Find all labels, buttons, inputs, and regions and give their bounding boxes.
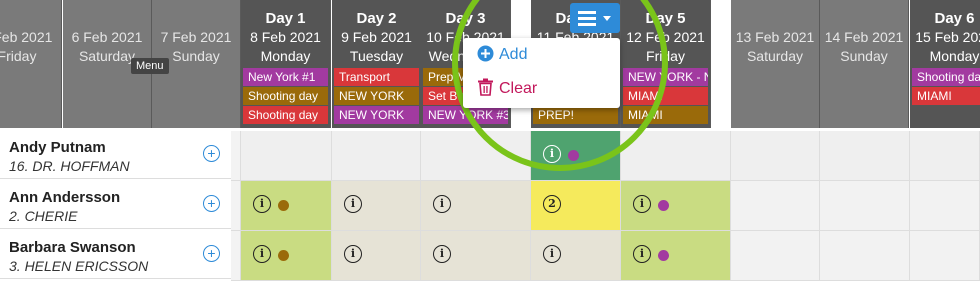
weekday-label: Monday [929, 48, 980, 64]
column-header: Day 18 Feb 2021 Monday New York #1 Shooting… [241, 0, 331, 128]
info-icon[interactable]: i [543, 245, 561, 263]
date-label: 9 Feb 2021 [341, 29, 412, 45]
menu-tooltip: Menu [131, 58, 169, 74]
info-icon[interactable]: i [253, 195, 271, 213]
menu-dropdown: Add Clear [463, 38, 620, 108]
date-label: 15 Feb 2021 [915, 29, 980, 45]
weekday-label: Monday [260, 48, 311, 64]
info-icon[interactable]: i [633, 195, 651, 213]
hamburger-icon [578, 11, 596, 29]
schedule-cell[interactable]: i [421, 181, 531, 231]
schedule-cell[interactable]: i [241, 231, 332, 281]
status-dot [658, 200, 669, 211]
column-header: 13 Feb 2021 Saturday [731, 0, 820, 128]
row-spacer [231, 131, 241, 181]
person-name: Ann Andersson [9, 189, 121, 206]
event-tag[interactable]: Transport [334, 68, 419, 86]
count-badge[interactable]: 2 [543, 195, 561, 213]
date-label: 7 Feb 2021 [160, 29, 232, 45]
caret-down-icon [603, 16, 611, 21]
event-tags: Transport NEW YORK NEW YORK [332, 68, 421, 125]
column-header: 14 Feb 2021 Sunday [820, 0, 909, 128]
schedule-cell[interactable] [820, 131, 910, 181]
row-spacer [231, 231, 241, 281]
schedule-cell[interactable] [910, 231, 980, 281]
event-tag[interactable]: Shooting day [912, 68, 980, 86]
schedule-cell[interactable]: i [332, 231, 421, 281]
add-icon[interactable]: + [203, 195, 220, 212]
event-tags: New York #1 Shooting day Shooting day [241, 68, 330, 125]
date-label: 13 Feb 2021 [735, 29, 815, 45]
event-tag[interactable]: NEW YORK [334, 87, 419, 105]
trash-icon [478, 78, 493, 96]
schedule-cell[interactable] [910, 181, 980, 231]
add-label: Add [499, 46, 528, 63]
event-tag[interactable]: Shooting day [243, 87, 328, 105]
person-row-header: Andy Putnam 16. DR. HOFFMAN + [0, 131, 231, 179]
schedule-cell[interactable]: i [241, 181, 332, 231]
info-icon[interactable]: i [433, 245, 451, 263]
schedule-cell[interactable] [621, 131, 731, 181]
clear-menu-item[interactable]: Clear [477, 78, 537, 98]
status-dot [658, 250, 669, 261]
add-icon[interactable]: + [203, 245, 220, 262]
event-tag[interactable]: NEW YORK [334, 106, 419, 124]
weekday-label: Friday [0, 48, 37, 64]
person-role: 3. HELEN ERICSSON [9, 258, 149, 274]
status-dot [278, 200, 289, 211]
info-icon[interactable]: i [433, 195, 451, 213]
person-role: 2. CHERIE [9, 208, 78, 224]
date-label: 5 Feb 2021 [0, 29, 53, 45]
event-tag[interactable]: MIAMI [912, 87, 980, 105]
plus-circle-icon [477, 45, 494, 62]
person-row-header: Barbara Swanson 3. HELEN ERICSSON + [0, 231, 231, 279]
column-header: Day 6 15 Feb 2021 Monday Shooting dayMIAMI [910, 0, 980, 128]
schedule-cell[interactable]: i [421, 231, 531, 281]
info-icon[interactable]: i [633, 245, 651, 263]
weekday-label: Sunday [840, 48, 888, 64]
schedule-cell[interactable] [332, 131, 421, 181]
add-icon[interactable]: + [203, 145, 220, 162]
weekday-label: Tuesday [349, 48, 404, 64]
schedule-cell[interactable]: i [621, 181, 731, 231]
schedule-cell[interactable] [820, 181, 910, 231]
person-name: Andy Putnam [9, 139, 106, 156]
schedule-cell[interactable]: i [531, 231, 621, 281]
add-menu-item[interactable]: Add [477, 45, 527, 64]
schedule-cell[interactable] [731, 131, 820, 181]
status-dot [278, 250, 289, 261]
schedule-cell[interactable] [241, 131, 332, 181]
schedule-cell[interactable] [820, 231, 910, 281]
event-tag[interactable]: Shooting day [243, 106, 328, 124]
clear-label: Clear [499, 80, 538, 97]
schedule-cell[interactable] [731, 181, 820, 231]
schedule-cell[interactable]: 2 [531, 181, 621, 231]
date-label: 14 Feb 2021 [824, 29, 904, 45]
event-tags: Shooting dayMIAMI [910, 68, 980, 106]
row-spacer [231, 181, 241, 231]
person-name: Barbara Swanson [9, 239, 136, 256]
person-row-header: Ann Andersson 2. CHERIE + [0, 181, 231, 229]
schedule-cell[interactable]: i [621, 231, 731, 281]
info-icon[interactable]: i [253, 245, 271, 263]
day-number: Day 6 [934, 10, 975, 27]
date-label: 8 Feb 2021 [250, 29, 321, 45]
weekday-label: Saturday [746, 48, 804, 64]
event-tag[interactable]: New York #1 [243, 68, 328, 86]
info-icon[interactable]: i [344, 195, 362, 213]
day-number: Day 1 [265, 10, 306, 27]
info-icon[interactable]: i [344, 245, 362, 263]
date-label: 6 Feb 2021 [71, 29, 143, 45]
person-role: 16. DR. HOFFMAN [9, 158, 130, 174]
column-header: 5 Feb 2021 Friday [0, 0, 62, 128]
column-header: Day 29 Feb 2021 Tuesday Transport NEW YORK N… [332, 0, 422, 128]
day-number: Day 2 [356, 10, 397, 27]
schedule-cell[interactable] [731, 231, 820, 281]
schedule-cell[interactable] [910, 131, 980, 181]
menu-button[interactable] [570, 3, 620, 33]
schedule-cell[interactable]: i [332, 181, 421, 231]
